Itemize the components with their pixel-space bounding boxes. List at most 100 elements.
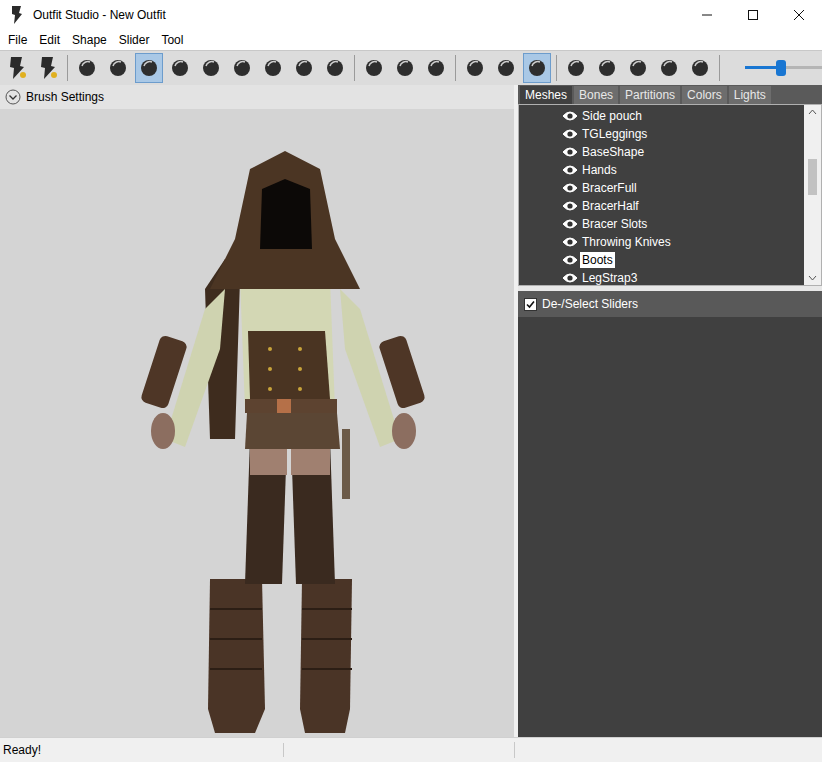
eye-icon[interactable]	[562, 164, 578, 176]
mesh-item[interactable]: BracerHalf	[519, 197, 804, 215]
maximize-button[interactable]	[730, 0, 776, 30]
toolbar-button[interactable]	[228, 53, 256, 83]
mesh-item[interactable]: Throwing Knives	[519, 233, 804, 251]
eye-icon[interactable]	[562, 254, 578, 266]
tool-icon	[5, 55, 29, 81]
toolbar-button[interactable]	[562, 53, 590, 83]
toolbar-button[interactable]	[461, 53, 489, 83]
tab[interactable]: Partitions	[620, 86, 680, 104]
toolbar-button[interactable]	[104, 53, 132, 83]
tool-icon	[464, 57, 486, 79]
eye-icon[interactable]	[562, 272, 578, 284]
tool-icon	[363, 57, 385, 79]
status-bar: Ready!	[0, 737, 822, 762]
slider-thumb[interactable]	[776, 60, 786, 76]
tool-icon	[526, 57, 548, 79]
sliders-header[interactable]: De-/Select Sliders	[518, 291, 822, 317]
toolbar-group	[360, 53, 450, 83]
tab[interactable]: Bones	[574, 86, 618, 104]
toolbar-button[interactable]	[3, 53, 31, 83]
toolbar-button[interactable]	[624, 53, 652, 83]
toolbar-button[interactable]	[422, 53, 450, 83]
tab[interactable]: Colors	[682, 86, 727, 104]
title-bar: Outfit Studio - New Outfit	[0, 0, 822, 30]
sliders-list	[518, 317, 822, 737]
scrollbar[interactable]	[804, 105, 821, 285]
mesh-item[interactable]: BracerFull	[519, 179, 804, 197]
toolbar-button[interactable]	[321, 53, 349, 83]
eye-icon[interactable]	[562, 236, 578, 248]
toolbar-group	[3, 53, 62, 83]
toolbar-button[interactable]	[391, 53, 419, 83]
mesh-name: BaseShape	[580, 144, 646, 160]
toolbar-button[interactable]	[166, 53, 194, 83]
tool-icon	[324, 57, 346, 79]
toolbar-button[interactable]	[655, 53, 683, 83]
eye-icon[interactable]	[562, 110, 578, 122]
mesh-item[interactable]: Boots	[519, 251, 804, 269]
main-area: Brush Settings MeshesBonesPartitionsColor…	[0, 85, 822, 737]
tool-icon	[627, 57, 649, 79]
toolbar-separator	[719, 55, 720, 81]
toolbar-button[interactable]	[34, 53, 62, 83]
brush-size-slider[interactable]	[745, 58, 822, 78]
mesh-name: Side pouch	[580, 108, 644, 124]
toolbar-button[interactable]	[73, 53, 101, 83]
outfit-studio-window: Outfit Studio - New OutfitFileEditShapeS…	[0, 0, 822, 762]
eye-icon[interactable]	[562, 218, 578, 230]
menu-item[interactable]: File	[2, 33, 33, 47]
mesh-item[interactable]: LegStrap3	[519, 269, 804, 285]
tab[interactable]: Lights	[729, 86, 771, 104]
toolbar-button[interactable]	[360, 53, 388, 83]
toolbar-button[interactable]	[523, 53, 551, 83]
eye-icon[interactable]	[562, 146, 578, 158]
scroll-up-icon[interactable]	[804, 105, 821, 119]
toolbar-group	[562, 53, 714, 83]
toolbar-separator	[455, 55, 456, 81]
tool-icon	[231, 57, 253, 79]
tool-icon	[658, 57, 680, 79]
menu-item[interactable]: Tool	[155, 33, 189, 47]
scroll-thumb[interactable]	[808, 159, 817, 195]
mesh-item[interactable]: Hands	[519, 161, 804, 179]
mesh-item[interactable]: Side pouch	[519, 107, 804, 125]
toolbar-button[interactable]	[135, 53, 163, 83]
toolbar-button[interactable]	[197, 53, 225, 83]
tool-icon	[565, 57, 587, 79]
close-button[interactable]	[776, 0, 822, 30]
toolbar-button[interactable]	[492, 53, 520, 83]
toolbar-button[interactable]	[259, 53, 287, 83]
select-sliders-checkbox[interactable]	[524, 298, 537, 311]
tool-icon	[689, 57, 711, 79]
select-sliders-label: De-/Select Sliders	[542, 297, 638, 311]
toolbar-button[interactable]	[593, 53, 621, 83]
brush-settings-label: Brush Settings	[26, 90, 104, 104]
scroll-down-icon[interactable]	[804, 271, 821, 285]
minimize-button[interactable]	[684, 0, 730, 30]
mesh-item[interactable]: TGLeggings	[519, 125, 804, 143]
eye-icon[interactable]	[562, 200, 578, 212]
menu-item[interactable]: Slider	[113, 33, 156, 47]
status-field	[284, 742, 515, 758]
tool-icon	[425, 57, 447, 79]
toolbar-button[interactable]	[290, 53, 318, 83]
tool-icon	[169, 57, 191, 79]
mesh-item[interactable]: Bracer Slots	[519, 215, 804, 233]
mesh-name: BracerFull	[580, 180, 639, 196]
menu-item[interactable]: Shape	[66, 33, 113, 47]
eye-icon[interactable]	[562, 182, 578, 194]
outfit-model	[0, 109, 514, 737]
close-icon	[793, 9, 805, 21]
tool-icon	[394, 57, 416, 79]
toolbar-button[interactable]	[686, 53, 714, 83]
tab[interactable]: Meshes	[520, 86, 572, 104]
3d-viewport[interactable]	[0, 109, 514, 737]
maximize-icon	[747, 9, 759, 21]
expand-chevron-icon	[5, 89, 21, 105]
brush-settings-header[interactable]: Brush Settings	[0, 85, 514, 109]
eye-icon[interactable]	[562, 128, 578, 140]
mesh-item[interactable]: BaseShape	[519, 143, 804, 161]
menu-item[interactable]: Edit	[33, 33, 66, 47]
status-text: Ready!	[0, 743, 284, 757]
toolbar-group	[461, 53, 551, 83]
